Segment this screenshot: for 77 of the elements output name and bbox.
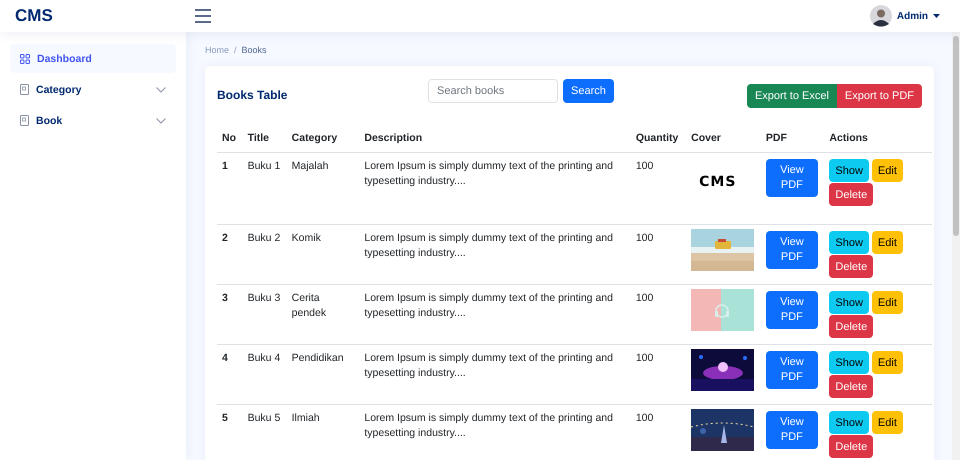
table-cell: Cerita pendek xyxy=(286,284,360,344)
avatar-icon[interactable] xyxy=(870,5,892,27)
delete-button[interactable]: Delete xyxy=(829,183,874,206)
table-cell: Lorem Ipsum is simply dummy text of the printing and typesetting industry.... xyxy=(359,344,631,404)
document-icon xyxy=(20,84,29,95)
table-cell: Buku 5 xyxy=(242,404,287,460)
table-cell: Lorem Ipsum is simply dummy text of the printing and typesetting industry.... xyxy=(359,152,631,224)
user-menu[interactable]: Admin xyxy=(896,10,928,22)
table-cell: 5 xyxy=(217,404,243,460)
table-cell: Pendidikan xyxy=(286,344,360,404)
document-icon xyxy=(20,115,29,126)
show-button[interactable]: Show xyxy=(829,411,869,434)
cover-logo: CMS xyxy=(699,175,738,190)
column-header: Title xyxy=(242,124,287,152)
delete-button[interactable]: Delete xyxy=(829,255,874,278)
menu-icon[interactable] xyxy=(195,9,211,23)
edit-button[interactable]: Edit xyxy=(872,291,903,314)
table-cell: Lorem Ipsum is simply dummy text of the printing and typesetting industry.... xyxy=(359,404,631,460)
column-header: Category xyxy=(286,124,360,152)
table-cell: Buku 3 xyxy=(242,284,287,344)
table-cell: 100 xyxy=(630,404,686,460)
table-cell: 4 xyxy=(217,344,243,404)
export-button[interactable]: Export to PDF xyxy=(836,84,922,108)
show-button[interactable]: Show xyxy=(829,159,869,182)
breadcrumb-separator: / xyxy=(234,45,237,55)
delete-button[interactable]: Delete xyxy=(829,375,874,398)
column-header: Quantity xyxy=(630,124,686,152)
sidebar-item[interactable]: Dashboard xyxy=(10,44,176,73)
table-cell: 2 xyxy=(217,224,243,284)
table-cell: 100 xyxy=(630,224,686,284)
table-cell: Ilmiah xyxy=(286,404,360,460)
edit-button[interactable]: Edit xyxy=(872,351,903,374)
table-cell: 1 xyxy=(217,152,243,224)
show-button[interactable]: Show xyxy=(829,231,869,254)
column-header: PDF xyxy=(760,124,824,152)
table-cell: Lorem Ipsum is simply dummy text of the printing and typesetting industry.... xyxy=(359,284,631,344)
view-pdf-button[interactable]: View PDF xyxy=(766,291,818,329)
edit-button[interactable]: Edit xyxy=(872,231,903,254)
view-pdf-button[interactable]: View PDF xyxy=(766,411,818,449)
caret-icon[interactable] xyxy=(933,14,940,18)
column-header: Description xyxy=(359,124,631,152)
breadcrumb-item: Books xyxy=(242,45,267,55)
card-title: Books Table xyxy=(217,88,288,102)
table-cell: Lorem Ipsum is simply dummy text of the printing and typesetting industry.... xyxy=(359,224,631,284)
search-field[interactable]: Search books xyxy=(428,79,558,103)
brand-logo[interactable]: CMS xyxy=(15,6,195,26)
table-cell: Majalah xyxy=(286,152,360,224)
edit-button[interactable]: Edit xyxy=(872,411,903,434)
scrollbar-thumb[interactable] xyxy=(953,36,959,236)
table-cell: Buku 2 xyxy=(242,224,287,284)
sidebar-item[interactable]: Book xyxy=(10,106,176,135)
edit-button[interactable]: Edit xyxy=(872,159,903,182)
chevron-icon[interactable] xyxy=(156,86,166,92)
table-cell: Buku 4 xyxy=(242,344,287,404)
column-header: Cover xyxy=(686,124,761,152)
delete-button[interactable]: Delete xyxy=(829,315,874,338)
view-pdf-button[interactable]: View PDF xyxy=(766,231,818,269)
delete-button[interactable]: Delete xyxy=(829,435,874,458)
table-cell: 3 xyxy=(217,284,243,344)
table-cell: Komik xyxy=(286,224,360,284)
export-button[interactable]: Export to Excel xyxy=(746,84,837,108)
table-cell: Buku 1 xyxy=(242,152,287,224)
chevron-icon[interactable] xyxy=(156,118,166,124)
search-button[interactable]: Search xyxy=(563,79,614,103)
view-pdf-button[interactable]: View PDF xyxy=(766,159,818,197)
view-pdf-button[interactable]: View PDF xyxy=(766,351,818,389)
table-cell: 100 xyxy=(630,344,686,404)
table-cell: 100 xyxy=(630,284,686,344)
breadcrumb-item[interactable]: Home xyxy=(205,45,230,55)
sidebar-item[interactable]: Category xyxy=(10,75,176,104)
show-button[interactable]: Show xyxy=(829,351,869,374)
column-header: Actions xyxy=(824,124,932,152)
column-header: No xyxy=(217,124,243,152)
grid-icon xyxy=(20,54,30,64)
table-cell: 100 xyxy=(630,152,686,224)
scrollbar[interactable] xyxy=(952,32,960,460)
show-button[interactable]: Show xyxy=(829,291,869,314)
